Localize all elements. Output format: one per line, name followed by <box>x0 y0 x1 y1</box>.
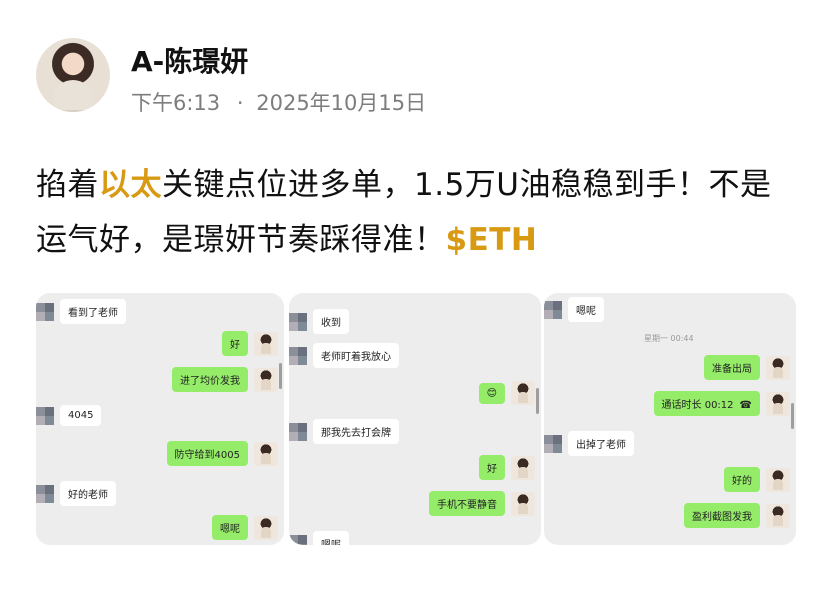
message-bubble: 好的老师 <box>60 481 116 506</box>
chat-timestamp: 星期一 00:44 <box>644 334 694 343</box>
user-avatar <box>766 503 790 528</box>
post-text: 掐着以太关键点位进多单，1.5万U油稳稳到手！不是运气好，是璟妍节奏踩得准！$E… <box>36 158 796 268</box>
list-item: 看到了老师 <box>36 299 126 324</box>
message-bubble: 看到了老师 <box>60 299 126 324</box>
user-avatar <box>511 381 535 405</box>
user-avatar <box>254 441 278 466</box>
author-avatar[interactable] <box>36 38 110 112</box>
list-item: 准备出局 <box>704 355 790 380</box>
contact-avatar <box>36 302 54 321</box>
message-bubble: 准备出局 <box>704 355 760 380</box>
list-item: 😊 <box>478 381 535 405</box>
list-item: 收到 <box>289 309 349 334</box>
list-item: 老师盯着我放心 <box>289 343 399 368</box>
user-avatar <box>766 355 790 380</box>
contact-avatar <box>544 434 562 453</box>
contact-avatar <box>289 534 307 545</box>
scrollbar[interactable] <box>279 363 282 389</box>
user-avatar <box>511 455 535 480</box>
user-avatar <box>254 515 278 540</box>
list-item: 4045 <box>36 405 102 426</box>
list-item: 那我先去打会牌 <box>289 419 399 444</box>
meta-separator: · <box>236 91 244 115</box>
scrollbar[interactable] <box>536 388 539 414</box>
contact-avatar <box>289 312 307 331</box>
call-record-bubble[interactable]: 通话时长 00:12 ☎ <box>653 391 760 416</box>
user-avatar <box>254 331 278 356</box>
message-bubble: 手机不要静音 <box>429 491 505 516</box>
list-item: 进了均价发我 <box>172 367 278 392</box>
list-item: 通话时长 00:12 ☎ <box>653 391 790 416</box>
message-bubble: 好 <box>479 455 505 480</box>
message-bubble: 防守给到4005 <box>166 441 248 466</box>
list-item: 好 <box>222 331 278 356</box>
list-item: 防守给到4005 <box>166 441 278 466</box>
post-time: 下午6:13 <box>131 91 221 115</box>
message-bubble: 嗯呢 <box>313 531 349 545</box>
call-duration: 通话时长 00:12 <box>661 400 734 411</box>
chat-screenshot-2[interactable]: 收到 老师盯着我放心 😊 那我先去打会牌 好 手机不要静音 嗯呢 <box>289 293 541 545</box>
list-item: 嗯呢 <box>212 515 278 540</box>
list-item: 好 <box>479 455 535 480</box>
list-item: 好的 <box>724 467 790 492</box>
message-bubble: 盈利截图发我 <box>684 503 760 528</box>
post-highlight-link[interactable]: 以太 <box>99 167 162 203</box>
contact-avatar <box>289 422 307 441</box>
phone-icon: ☎ <box>739 400 752 411</box>
contact-avatar <box>544 300 562 319</box>
list-item: 嗯呢 <box>544 297 604 322</box>
message-bubble: 好 <box>222 331 248 356</box>
post-meta: 下午6:13 · 2025年10月15日 <box>131 87 426 117</box>
message-bubble: 好的 <box>724 467 760 492</box>
scrollbar[interactable] <box>791 403 794 429</box>
message-bubble: 那我先去打会牌 <box>313 419 399 444</box>
message-bubble: 嗯呢 <box>212 515 248 540</box>
contact-avatar <box>289 346 307 365</box>
list-item: 手机不要静音 <box>429 491 535 516</box>
message-bubble: 收到 <box>313 309 349 334</box>
list-item: 好的老师 <box>36 481 116 506</box>
user-avatar <box>766 467 790 492</box>
list-item: 嗯呢 <box>289 531 349 545</box>
user-avatar <box>254 367 278 392</box>
message-bubble: 出掉了老师 <box>568 431 634 456</box>
chat-screenshot-1[interactable]: 看到了老师 好 进了均价发我 4045 防守给到4005 好的老师 嗯呢 <box>36 293 284 545</box>
list-item: 出掉了老师 <box>544 431 634 456</box>
message-bubble: 4045 <box>60 405 102 426</box>
post-text-part1: 掐着 <box>36 167 99 203</box>
chat-screenshot-3[interactable]: 嗯呢 星期一 00:44 准备出局 通话时长 00:12 ☎ 出掉了老师 好的 盈… <box>544 293 796 545</box>
post-date: 2025年10月15日 <box>256 91 427 115</box>
contact-avatar <box>36 406 54 425</box>
user-avatar <box>511 491 535 516</box>
message-bubble: 嗯呢 <box>568 297 604 322</box>
cashtag-link[interactable]: $ETH <box>446 222 538 258</box>
message-bubble: 进了均价发我 <box>172 367 248 392</box>
user-avatar <box>766 391 790 416</box>
message-bubble: 老师盯着我放心 <box>313 343 399 368</box>
author-name[interactable]: A-陈璟妍 <box>131 40 248 80</box>
list-item: 盈利截图发我 <box>684 503 790 528</box>
message-bubble: 😊 <box>478 382 505 404</box>
contact-avatar <box>36 484 54 503</box>
